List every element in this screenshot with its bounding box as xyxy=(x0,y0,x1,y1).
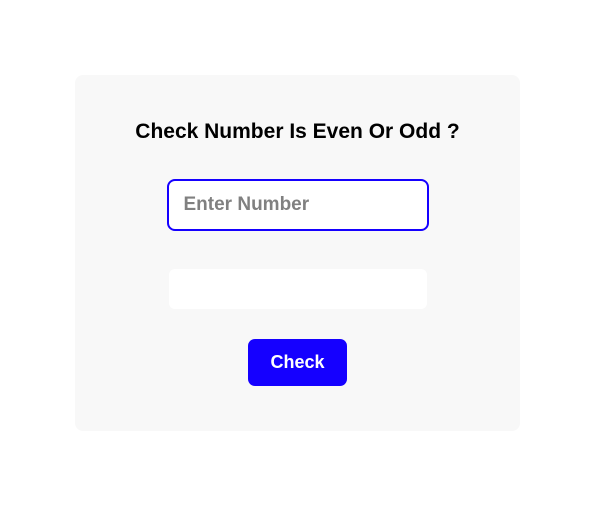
card-title: Check Number Is Even Or Odd ? xyxy=(135,120,459,144)
check-button[interactable]: Check xyxy=(248,339,346,386)
result-output xyxy=(169,269,427,309)
number-input[interactable] xyxy=(167,179,429,231)
even-odd-card: Check Number Is Even Or Odd ? Check xyxy=(75,75,520,431)
